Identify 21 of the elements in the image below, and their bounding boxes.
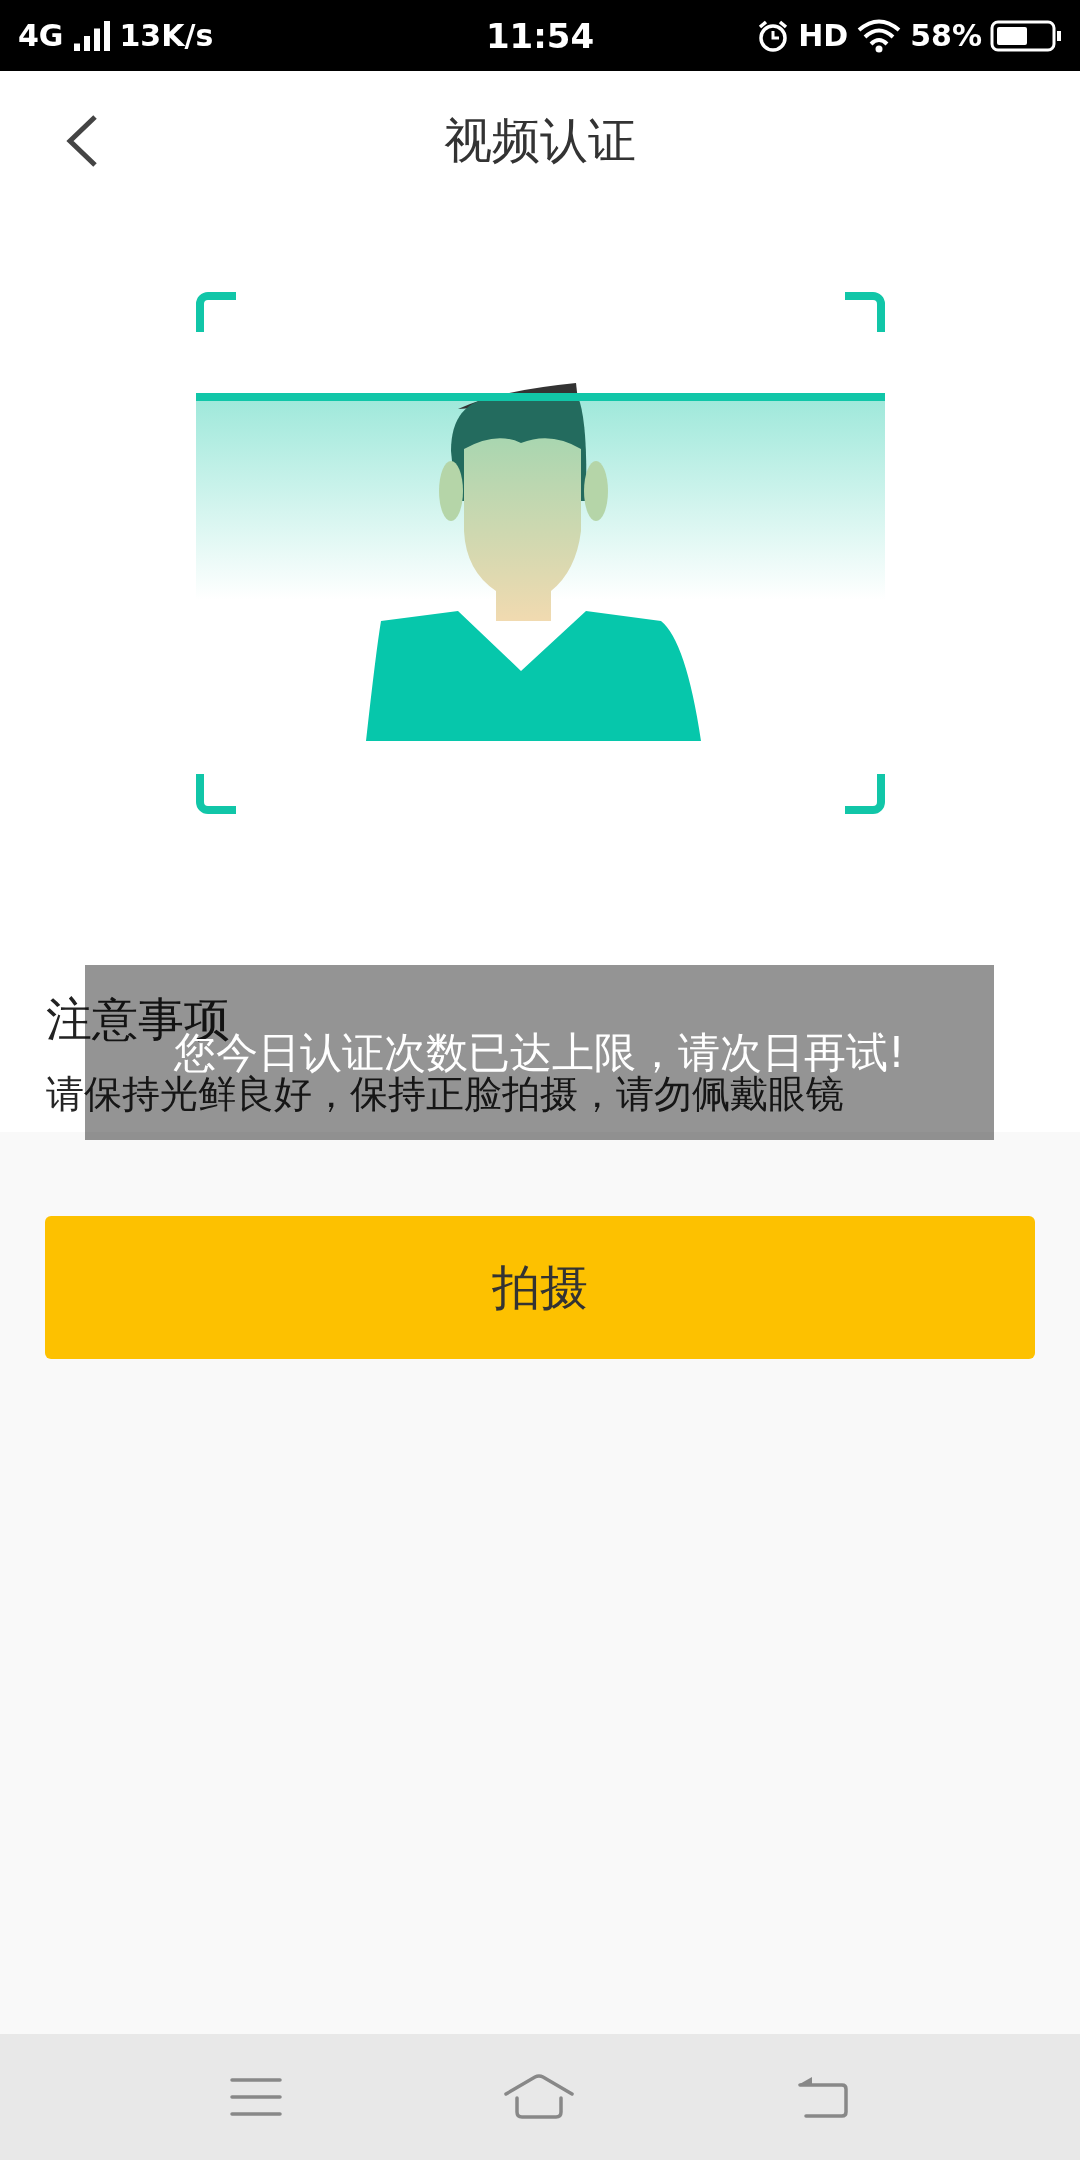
frame-corner-icon — [844, 774, 885, 814]
return-icon — [795, 2074, 850, 2120]
home-icon — [503, 2074, 575, 2120]
network-speed: 13K/s — [119, 18, 214, 53]
frame-corner-icon — [844, 292, 885, 332]
back-icon — [65, 114, 99, 168]
frame-corner-icon — [195, 774, 236, 814]
shoot-button[interactable]: 拍摄 — [45, 1216, 1035, 1359]
signal-icon — [71, 20, 112, 51]
battery-icon — [990, 18, 1062, 53]
wifi-icon — [856, 18, 903, 53]
battery-percent: 58% — [910, 18, 982, 53]
frame-corner-icon — [195, 292, 236, 332]
hd-indicator: HD — [798, 18, 849, 53]
menu-icon — [230, 2077, 283, 2117]
clock: 11:54 — [485, 15, 595, 56]
menu-button[interactable] — [230, 2077, 283, 2117]
back-nav-button[interactable] — [795, 2074, 850, 2120]
network-type: 4G — [18, 18, 64, 53]
home-button[interactable] — [503, 2074, 575, 2120]
page-title: 视频认证 — [444, 111, 636, 170]
